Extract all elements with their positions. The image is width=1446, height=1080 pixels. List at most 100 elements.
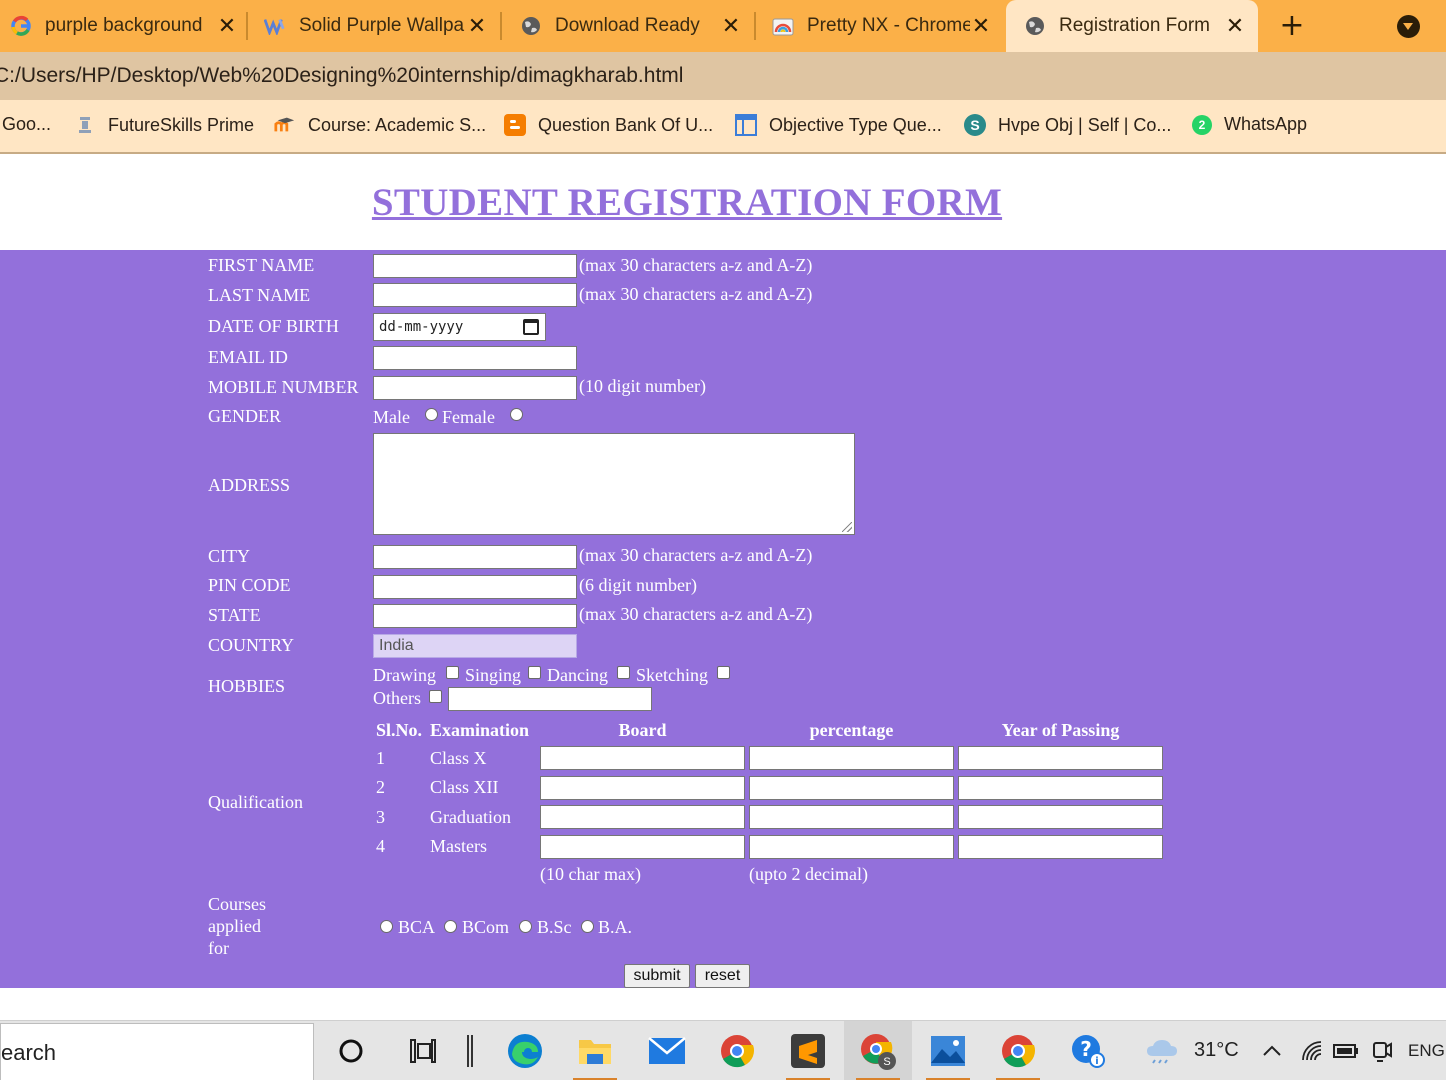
row-sl-3: 3 [376,807,385,827]
page-title: STUDENT REGISTRATION FORM [371,181,1003,224]
col-header-examination: Examination [430,720,530,740]
photos-icon[interactable] [926,1029,970,1080]
taskbar-search-box[interactable]: earch [0,1023,314,1080]
chrome-icon[interactable] [996,1029,1040,1080]
globe-icon [520,15,542,37]
dob-label: DATE OF BIRTH [208,316,339,336]
bookmark-whatsapp[interactable]: 2 WhatsApp [1192,114,1307,135]
bookmark-course-academic[interactable]: Course: Academic S... [274,114,486,136]
tab-purple-background[interactable]: purple background ✕ [10,0,238,52]
hobby-sketching-checkbox[interactable] [717,666,730,679]
year-input-1[interactable] [958,746,1163,770]
pin-code-input[interactable] [373,575,577,599]
hobby-others-checkbox[interactable] [429,690,442,703]
resize-handle[interactable] [842,522,852,532]
tab-registration-form[interactable]: Registration Form ✕ [1006,0,1258,52]
row-sl-4: 4 [376,836,385,856]
file-explorer-icon[interactable] [573,1029,617,1080]
close-icon[interactable]: ✕ [720,13,742,39]
city-input[interactable] [373,545,577,569]
first-name-input[interactable] [373,254,577,278]
new-tab-button[interactable]: + [1278,9,1306,43]
tab-pretty-nx[interactable]: Pretty NX - Chrome ✕ [772,0,992,52]
mobile-input[interactable] [373,376,577,400]
row-sl-2: 2 [376,777,385,797]
course-bcom-radio[interactable] [444,920,457,933]
mail-icon[interactable] [645,1029,689,1073]
chrome-icon[interactable] [715,1029,759,1073]
search-text: earch [1,1040,57,1065]
col-header-percentage: percentage [809,720,894,740]
hobby-others-input[interactable] [448,687,652,711]
close-icon[interactable]: ✕ [466,13,488,39]
submit-button[interactable]: submit [624,964,690,988]
sublime-text-icon[interactable] [786,1029,830,1080]
hobby-dancing-checkbox[interactable] [617,666,630,679]
year-input-2[interactable] [958,776,1163,800]
weather-icon[interactable] [1142,1029,1182,1073]
close-icon[interactable]: ✕ [1224,13,1246,39]
percentage-input-1[interactable] [749,746,954,770]
tab-strip: purple background ✕ Solid Purple Wallpa … [0,0,1446,52]
bookmark-google[interactable]: Goo... [2,114,51,135]
gender-male-radio[interactable] [425,408,438,421]
courses-label-line-3: for [208,938,229,958]
bookmark-futureskills[interactable]: FutureSkills Prime [74,114,254,136]
last-name-input[interactable] [373,283,577,307]
address-textarea[interactable] [373,433,855,535]
battery-icon[interactable] [1328,1029,1364,1073]
globe-icon [1024,15,1046,37]
email-input[interactable] [373,346,577,370]
bookmarks-bar: Goo... FutureSkills Prime Course: Academ… [0,100,1446,154]
bookmark-objective-type[interactable]: Objective Type Que... [735,114,942,136]
wifi-icon[interactable] [1294,1029,1330,1073]
year-input-4[interactable] [958,835,1163,859]
row-exam-2: Class XII [430,777,499,797]
mobile-hint: (10 digit number) [579,376,706,396]
gender-female-radio[interactable] [510,408,523,421]
course-ba-label: B.A. [598,917,633,937]
help-icon[interactable]: ? i [1066,1029,1110,1073]
year-input-3[interactable] [958,805,1163,829]
tab-solid-purple-wallpaper[interactable]: Solid Purple Wallpa ✕ [264,0,488,52]
course-ba-radio[interactable] [581,920,594,933]
hobby-singing-label: Singing [465,665,522,685]
dob-placeholder: dd-mm-yyyy [379,319,464,335]
course-bsc-radio[interactable] [519,920,532,933]
bookmark-label: WhatsApp [1224,114,1308,134]
task-view-icon[interactable] [401,1029,445,1073]
tab-download-ready[interactable]: Download Ready ✕ [520,0,742,52]
board-input-1[interactable] [540,746,745,770]
hobby-sketching-label: Sketching [636,665,708,685]
cortana-icon[interactable] [329,1029,373,1073]
tab-title: Registration Form [1059,15,1210,36]
calendar-icon[interactable] [523,319,539,335]
taskbar: earch S ? i 31°C ENG [0,1020,1446,1080]
input-language[interactable]: ENG [1408,1041,1445,1061]
percentage-input-2[interactable] [749,776,954,800]
chrome-profile-icon[interactable]: S [856,1029,900,1080]
board-input-2[interactable] [540,776,745,800]
bookmark-question-bank[interactable]: Question Bank Of U... [504,114,713,136]
reset-button[interactable]: reset [695,964,750,988]
close-icon[interactable]: ✕ [216,13,238,39]
weather-temperature[interactable]: 31°C [1194,1039,1239,1062]
hobby-drawing-checkbox[interactable] [446,666,459,679]
board-input-3[interactable] [540,805,745,829]
tab-title: Solid Purple Wallpa [299,15,465,36]
bookmark-hvpe[interactable]: S Hvpe Obj | Self | Co... [964,114,1171,136]
chevron-up-icon[interactable] [1254,1029,1290,1073]
state-input[interactable] [373,604,577,628]
url-text[interactable]: C:/Users/HP/Desktop/Web%20Designing%20in… [0,64,683,88]
percentage-input-3[interactable] [749,805,954,829]
close-icon[interactable]: ✕ [970,13,992,39]
meet-now-icon[interactable] [1364,1029,1400,1073]
dob-input[interactable]: dd-mm-yyyy [373,313,546,341]
board-input-4[interactable] [540,835,745,859]
qualification-label: Qualification [208,792,303,812]
tab-search-icon[interactable] [1397,15,1420,38]
course-bca-radio[interactable] [380,920,393,933]
hobby-singing-checkbox[interactable] [528,666,541,679]
percentage-input-4[interactable] [749,835,954,859]
edge-icon[interactable] [503,1029,547,1073]
